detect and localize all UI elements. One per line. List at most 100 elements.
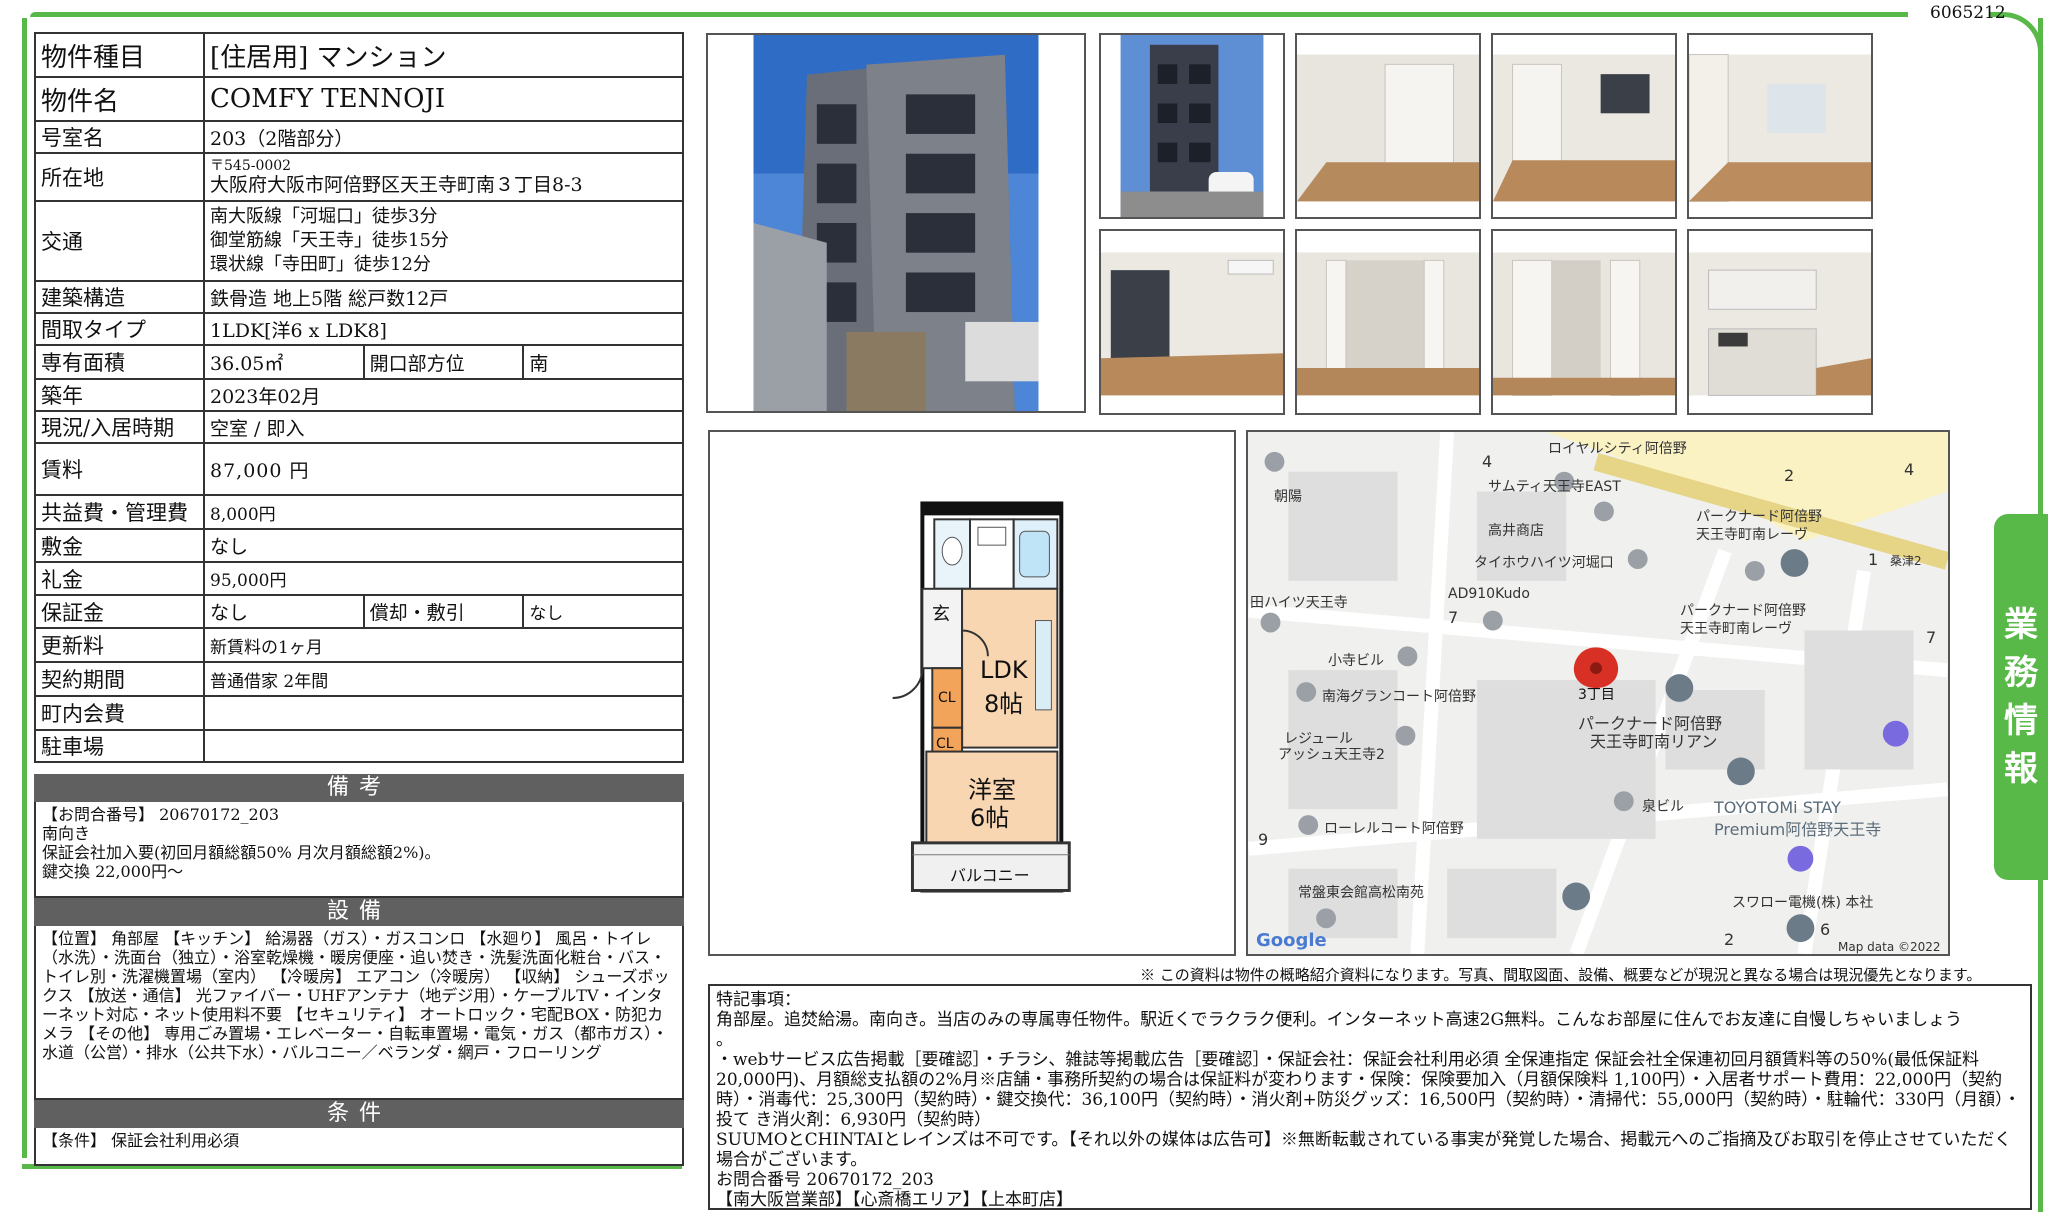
map-number: 2 bbox=[1724, 930, 1735, 949]
interior-photo bbox=[1491, 229, 1677, 415]
map-label: 小寺ビル bbox=[1328, 653, 1384, 669]
bedroom-size-label: 6帖 bbox=[970, 804, 1010, 832]
direction-value: 南 bbox=[522, 344, 684, 380]
rent-value: 87,000 円 bbox=[203, 442, 684, 496]
contract-label: 契約期間 bbox=[34, 661, 205, 697]
name-label: 物件名 bbox=[34, 76, 205, 122]
closet-label: CL bbox=[936, 736, 954, 752]
interior-photo bbox=[1295, 229, 1481, 415]
map-label: アッシュ天王寺2 bbox=[1278, 747, 1385, 763]
transit-value: 南大阪線「河堀口」徒歩3分 御堂筋線「天王寺」徒歩15分 環状線「寺田町」徒歩1… bbox=[203, 200, 684, 282]
transit-line: 南大阪線「河堀口」徒歩3分 bbox=[210, 206, 438, 227]
remarks-line: 【お問合番号】 20670172_203 bbox=[42, 805, 280, 824]
building-thumbnail-photo bbox=[1099, 33, 1285, 219]
entrance-label: 玄 bbox=[932, 604, 950, 625]
closet-label: CL bbox=[938, 690, 956, 706]
area-value: 36.05㎡ bbox=[203, 344, 365, 380]
business-info-tab[interactable]: 業 務 情 報 bbox=[1994, 514, 2048, 880]
special-line: SUUMOとCHINTAIとレインズは不可です。【それ以外の媒体は広告可】※無断… bbox=[716, 1130, 2012, 1170]
special-line: 。 bbox=[716, 1030, 733, 1050]
transit-line: 環状線「寺田町」徒歩12分 bbox=[210, 254, 431, 275]
parking-label: 駐車場 bbox=[34, 729, 205, 763]
kitchen-photo bbox=[1687, 229, 1873, 415]
facilities-header: 設備 bbox=[34, 898, 684, 926]
balcony-label: バルコニー bbox=[950, 866, 1030, 885]
fee-label: 共益費・管理費 bbox=[34, 494, 205, 530]
community-fee-label: 町内会費 bbox=[34, 695, 205, 731]
map-attribution: Map data ©2022 bbox=[1838, 940, 1941, 954]
transit-line: 御堂筋線「天王寺」徒歩15分 bbox=[210, 230, 449, 251]
interior-photo bbox=[1099, 229, 1285, 415]
map-label: スワロー電機(株) 本社 bbox=[1732, 895, 1874, 911]
map-label: ロイヤルシティ阿倍野 bbox=[1548, 441, 1687, 457]
building-exterior-photo bbox=[706, 33, 1086, 413]
fee-value: 8,000円 bbox=[203, 494, 684, 530]
address-text: 大阪府大阪市阿倍野区天王寺町南３丁目8-3 bbox=[210, 174, 583, 196]
deposit-value: なし bbox=[203, 528, 684, 563]
special-line: 特記事項： bbox=[716, 990, 801, 1010]
contract-value: 普通借家 2年間 bbox=[203, 661, 684, 697]
map-label: 天王寺町南リアン bbox=[1590, 732, 1718, 751]
remarks-line: 保証会社加入要(初回月額総額50% 月次月額総額2%)。 bbox=[42, 843, 441, 862]
document-id: 6065212 bbox=[1930, 3, 2006, 23]
structure-value: 鉄骨造 地上5階 総戸数12戸 bbox=[203, 280, 684, 314]
room-value: 203（2階部分） bbox=[203, 120, 684, 154]
map-label: パークナード阿倍野 bbox=[1680, 603, 1806, 619]
map-label: サムティ天王寺EAST bbox=[1488, 479, 1621, 495]
type-value: [住居用] マンション bbox=[203, 32, 684, 78]
layout-value: 1LDK[洋6 x LDK8] bbox=[203, 312, 684, 346]
transit-label: 交通 bbox=[34, 200, 205, 282]
special-notes: 特記事項： 角部屋。追焚給湯。南向き。当店のみの専属専任物件。駅近くでラクラク便… bbox=[708, 984, 2032, 1210]
disclaimer-note: ※ この資料は物件の概略紹介資料になります。写真、間取図面、設備、概要などが現況… bbox=[1140, 966, 1982, 984]
room-label: 号室名 bbox=[34, 120, 205, 154]
postal-code: 〒545-0002 bbox=[210, 158, 292, 174]
status-value: 空室 / 即入 bbox=[203, 410, 684, 444]
remarks-line: 南向き bbox=[42, 824, 91, 843]
direction-label: 開口部方位 bbox=[362, 344, 525, 380]
special-line: 角部屋。追焚給湯。南向き。当店のみの専属専任物件。駅近くでラクラク便利。インター… bbox=[716, 1010, 1963, 1030]
map-label: 泉ビル bbox=[1642, 799, 1684, 815]
deposit-label: 敷金 bbox=[34, 528, 205, 563]
map-number: 4 bbox=[1904, 460, 1915, 479]
structure-label: 建築構造 bbox=[34, 280, 205, 314]
map-label: 天王寺町南レーヴ bbox=[1696, 527, 1808, 543]
interior-photo bbox=[1687, 33, 1873, 219]
property-info-table: 物件種目 [住居用] マンション 物件名 COMFY TENNOJI 号室名 2… bbox=[34, 32, 684, 763]
special-line: お問合番号 20670172_203 bbox=[716, 1170, 934, 1190]
map-label: 桑津2 bbox=[1890, 554, 1922, 568]
ldk-size-label: 8帖 bbox=[984, 690, 1024, 718]
side-tab-char: 務 bbox=[2004, 653, 2038, 693]
side-tab-char: 業 bbox=[2004, 605, 2038, 645]
amort-label: 償却・敷引 bbox=[362, 594, 525, 629]
map-number: 7 bbox=[1448, 608, 1459, 627]
special-line: ・webサービス広告掲載［要確認］・チラシ、雑誌等掲載広告［要確認］・保証会社：… bbox=[716, 1050, 2021, 1130]
side-tab-char: 情 bbox=[2004, 701, 2038, 741]
interior-photo bbox=[1491, 33, 1677, 219]
name-value: COMFY TENNOJI bbox=[203, 76, 684, 122]
layout-label: 間取タイプ bbox=[34, 312, 205, 346]
map-label: Premium阿倍野天王寺 bbox=[1714, 820, 1882, 839]
map-label: TOYOTOMi STAY bbox=[1714, 798, 1841, 817]
map-label: 天王寺町南レーヴ bbox=[1680, 621, 1792, 637]
map-label: 常盤東会館高松南苑 bbox=[1298, 885, 1424, 901]
frame-border-top bbox=[30, 12, 1908, 17]
address-label: 所在地 bbox=[34, 152, 205, 202]
status-label: 現況/入居時期 bbox=[34, 410, 205, 444]
side-tab-char: 報 bbox=[2004, 749, 2038, 789]
map-number: 1 bbox=[1868, 550, 1879, 569]
map-number: 6 bbox=[1820, 920, 1831, 939]
renewal-label: 更新料 bbox=[34, 627, 205, 663]
built-label: 築年 bbox=[34, 378, 205, 412]
frame-border-left bbox=[22, 18, 27, 1158]
community-fee-value bbox=[203, 695, 684, 731]
map-label: 田ハイツ天王寺 bbox=[1250, 595, 1348, 611]
map-number: 2 bbox=[1784, 466, 1795, 485]
map-number: 9 bbox=[1258, 830, 1269, 849]
area-label: 専有面積 bbox=[34, 344, 205, 380]
floor-plan: 玄 LDK 8帖 洋室 6帖 CL CL バルコニー bbox=[708, 430, 1236, 956]
facilities-body: 【位置】 角部屋 【キッチン】 給湯器（ガス）・ガスコンロ 【水廻り】 風呂・ト… bbox=[34, 926, 684, 1100]
map-label: タイホウハイツ河堀口 bbox=[1474, 555, 1614, 571]
address-value: 〒545-0002 大阪府大阪市阿倍野区天王寺町南３丁目8-3 bbox=[203, 152, 684, 202]
location-map: ロイヤルシティ阿倍野 サムティ天王寺EAST 高井商店 タイホウハイツ河堀口 パ… bbox=[1246, 430, 1950, 956]
parking-value bbox=[203, 729, 684, 763]
